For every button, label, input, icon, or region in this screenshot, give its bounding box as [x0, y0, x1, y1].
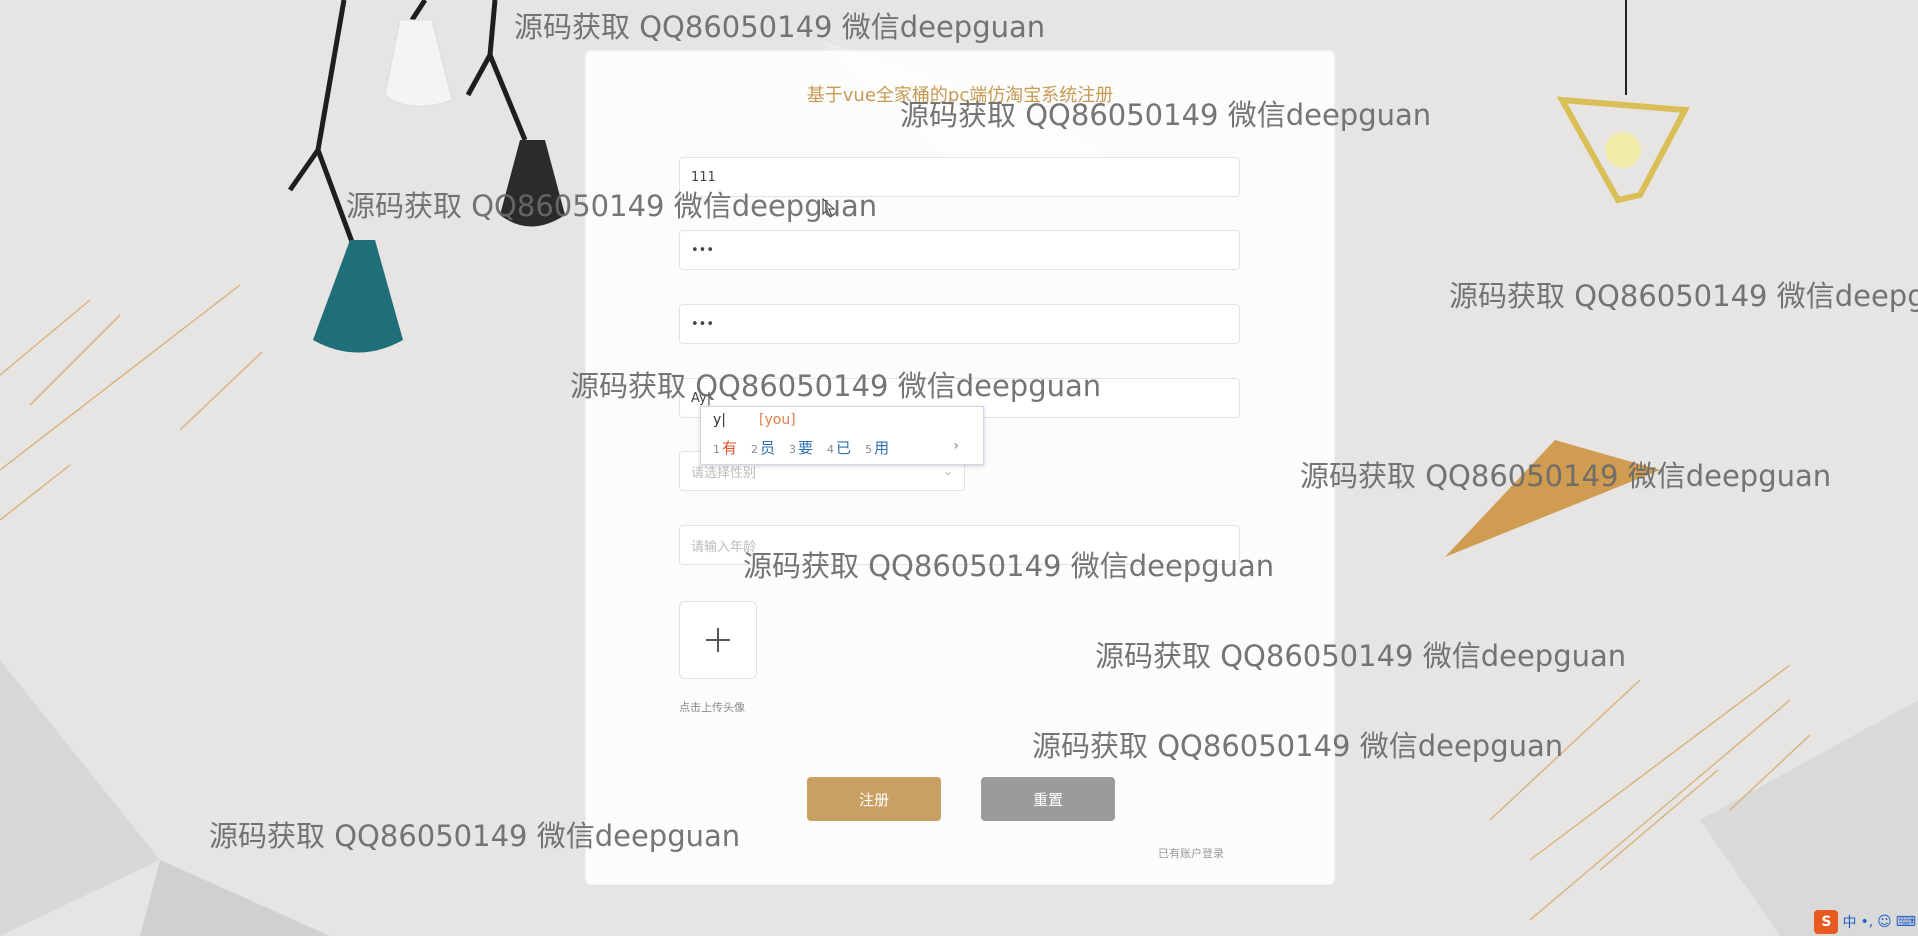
ime-tray[interactable]: S 中 •, ☺ ⌨	[1814, 910, 1916, 934]
ime-keyboard-icon[interactable]: ⌨	[1896, 914, 1916, 930]
ime-composition-hint: [you]	[759, 412, 796, 428]
watermark-text: 源码获取 QQ86050149 微信deepguan	[209, 819, 741, 853]
register-button[interactable]: 注册	[807, 777, 941, 821]
login-link[interactable]: 已有账户登录	[1158, 845, 1224, 861]
ime-candidate[interactable]: 1有	[713, 437, 737, 458]
ime-candidate[interactable]: 2员	[751, 437, 775, 458]
ime-chinese-mode[interactable]: 中	[1842, 912, 1856, 932]
watermark-text: 源码获取 QQ86050149 微信deepguan	[1300, 459, 1832, 493]
watermark-text: 源码获取 QQ86050149 微信deepg	[1449, 279, 1918, 313]
ime-candidate-window: y| [you] 1有 2员 3要 4已 5用 ›	[700, 406, 984, 465]
ime-candidate[interactable]: 5用	[865, 437, 889, 458]
ime-candidate[interactable]: 3要	[789, 437, 813, 458]
ime-candidate[interactable]: 4已	[827, 437, 851, 458]
watermark-text: 源码获取 QQ86050149 微信deepguan	[1095, 639, 1627, 673]
avatar-upload-button[interactable]	[679, 601, 757, 679]
ime-emoji-icon[interactable]: ☺	[1877, 914, 1892, 930]
chevron-down-icon: ⌄	[942, 464, 953, 478]
sogou-logo-icon: S	[1814, 910, 1839, 934]
watermark-text: 源码获取 QQ86050149 微信deepguan	[900, 98, 1432, 132]
watermark-text: 源码获取 QQ86050149 微信deepguan	[570, 369, 1102, 403]
ime-punctuation-mode[interactable]: •,	[1860, 914, 1873, 930]
reset-button[interactable]: 重置	[981, 777, 1115, 821]
watermark-text: 源码获取 QQ86050149 微信deepguan	[346, 189, 878, 223]
plus-icon	[706, 628, 730, 652]
watermark-text: 源码获取 QQ86050149 微信deepguan	[743, 549, 1275, 583]
watermark-text: 源码获取 QQ86050149 微信deepguan	[1032, 729, 1564, 763]
password-input[interactable]: •••	[679, 230, 1240, 270]
ime-composition: y|	[713, 412, 727, 428]
ime-next-page-button[interactable]: ›	[953, 438, 959, 454]
confirm-password-input[interactable]: •••	[679, 304, 1240, 344]
watermark-text: 源码获取 QQ86050149 微信deepguan	[514, 10, 1046, 44]
upload-hint: 点击上传头像	[679, 701, 745, 714]
